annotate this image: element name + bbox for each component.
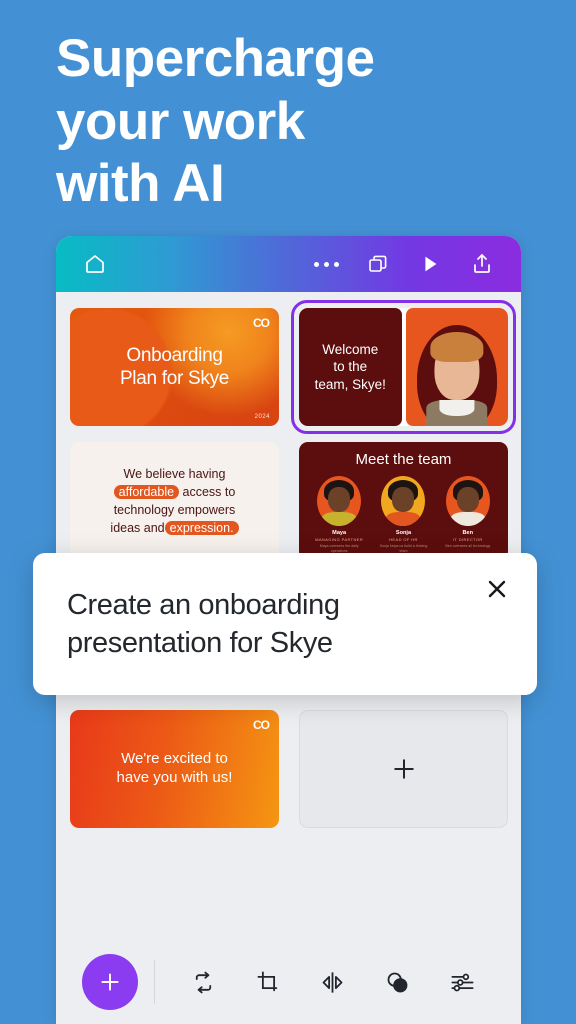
quote-highlight-1: affordable [113,484,180,499]
slide-wrap-quote[interactable]: We believe having affordable access to t… [70,442,279,560]
team-member-name: Sonja [395,530,412,536]
quote-highlight-2: expression. [164,521,239,536]
adjustments-icon[interactable] [443,962,483,1002]
close-icon[interactable] [481,573,513,605]
replace-rotate-icon[interactable] [183,962,223,1002]
prompt-line-2: presentation for Skye [67,627,333,659]
ai-prompt-modal: Create an onboarding presentation for Sk… [33,553,537,695]
welcome-line-1: Welcome [322,342,379,358]
avatar [381,476,426,526]
share-upload-icon[interactable] [465,247,499,281]
closing-text: We're excited to have you with us! [117,750,233,788]
home-icon[interactable] [78,247,112,281]
closing-line-2: have you with us! [116,769,233,786]
brand-logo-icon: CO [253,316,270,330]
slide-year-label: 2024 [254,414,270,420]
avatar [317,476,362,526]
duplicate-layers-icon[interactable] [361,247,395,281]
welcome-line-3: team, Skye! [314,376,386,392]
ai-prompt-text: Create an onboarding presentation for Sk… [67,586,503,663]
crop-icon[interactable] [248,962,288,1002]
plus-icon [101,973,119,991]
team-member: Sonja HEAD OF HR Sonja helps us build a … [376,476,430,553]
team-member-desc: Ben oversees all technology [445,544,491,548]
slide-row: We believe having affordable access to t… [70,442,508,560]
blend-opacity-icon[interactable] [378,962,418,1002]
team-member-role: IT DIRECTOR [452,537,483,542]
team-member-desc: Maya oversees the daily operations [319,544,359,553]
title-line-1: Onboarding [126,344,223,366]
closing-line-1: We're excited to [121,750,228,768]
headline-line-2: your work [56,91,305,151]
team-heading: Meet the team [355,451,452,468]
brand-logo-icon: CO [253,718,270,732]
slide-quote[interactable]: We believe having affordable access to t… [70,442,279,560]
team-member-name: Ben [462,530,474,536]
team-member-role: MANAGING PARTNER [315,537,364,542]
toolbar-tool-list [171,962,495,1002]
slide-title-onboarding[interactable]: CO Onboarding Plan for Skye 2024 [70,308,279,426]
avatar [445,476,490,526]
more-horizontal-icon[interactable] [309,247,343,281]
team-member-desc: Sonja helps us build a thriving team [379,544,428,553]
welcome-line-2: to the [333,359,368,375]
add-element-fab[interactable] [82,954,138,1010]
slide-wrap-title[interactable]: CO Onboarding Plan for Skye 2024 [70,308,279,426]
add-slide-button[interactable] [299,710,508,828]
app-top-bar [56,236,521,292]
page-headline: Supercharge your work with AI [56,28,526,216]
quote-part-3: technology empowers [113,503,236,517]
quote-text: We believe having affordable access to t… [110,465,239,538]
portrait-collar [426,400,488,426]
quote-part-4: ideas and [110,521,165,536]
toolbar-divider [154,960,155,1004]
slide-row: CO We're excited to have you with us! [70,710,508,828]
team-member: Ben IT DIRECTOR Ben oversees all technol… [441,476,495,553]
portrait-hair [430,331,484,363]
team-member-role: HEAD OF HR [389,537,418,542]
welcome-photo-panel [405,308,508,426]
quote-part-1: We believe having [123,466,226,481]
team-people-list: Maya MANAGING PARTNER Maya oversees the … [307,476,500,553]
slide-welcome[interactable]: Welcome to the team, Skye! [299,308,508,426]
editor-bottom-toolbar [56,940,521,1024]
flip-horizontal-icon[interactable] [313,962,353,1002]
slide-wrap-add[interactable] [299,710,508,828]
team-member: Maya MANAGING PARTNER Maya oversees the … [312,476,366,553]
headline-line-3: with AI [56,154,225,214]
welcome-text-panel: Welcome to the team, Skye! [299,308,402,426]
slide-wrap-welcome-selected[interactable]: Welcome to the team, Skye! [291,300,516,434]
play-icon[interactable] [413,247,447,281]
prompt-line-1: Create an onboarding [67,588,340,621]
headline-line-1: Supercharge [56,29,375,88]
slide-wrap-team[interactable]: Meet the team Maya MANAGING PARTNER Maya… [299,442,508,560]
team-member-name: Maya [332,530,347,536]
plus-icon [393,759,414,779]
slide-wrap-closing[interactable]: CO We're excited to have you with us! [70,710,279,828]
slide-title-text: Onboarding Plan for Skye [120,344,229,390]
quote-part-2: access to [179,484,236,499]
slide-row: CO Onboarding Plan for Skye 2024 Welcome… [70,300,516,434]
title-line-2: Plan for Skye [119,368,230,389]
slide-closing[interactable]: CO We're excited to have you with us! [70,710,279,828]
slide-meet-the-team[interactable]: Meet the team Maya MANAGING PARTNER Maya… [299,442,508,560]
